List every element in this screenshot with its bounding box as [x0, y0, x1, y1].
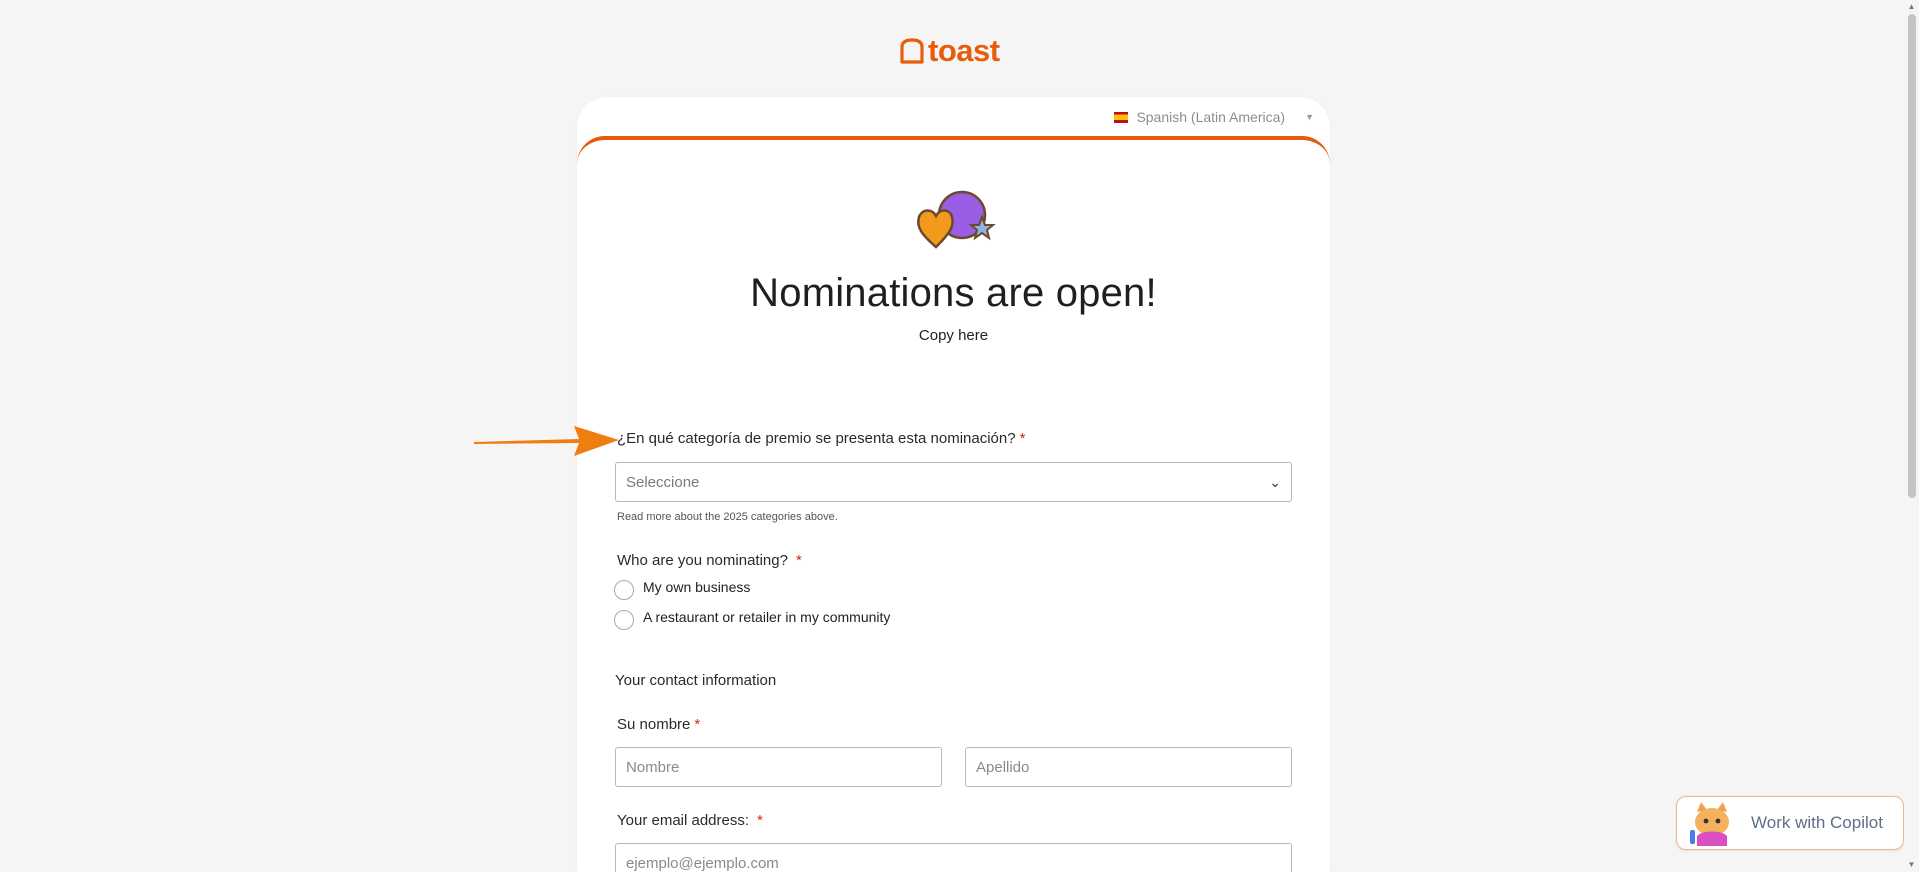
- category-select-value: Seleccione: [626, 473, 700, 491]
- language-selected-label: Spanish (Latin America): [1136, 109, 1286, 125]
- email-placeholder: ejemplo@ejemplo.com: [626, 854, 779, 872]
- header-accent-arc: [577, 136, 1330, 176]
- chevron-down-icon: ⌄: [1269, 473, 1281, 490]
- first-name-placeholder: Nombre: [626, 758, 680, 776]
- category-question-text: ¿En qué categoría de premio se presenta …: [617, 430, 1016, 447]
- nominee-question-text: Who are you nominating?: [617, 552, 788, 569]
- scroll-up-arrow-icon[interactable]: ▲: [1907, 3, 1916, 11]
- page-subtitle: Copy here: [918, 327, 989, 344]
- radio-label: A restaurant or retailer in my community: [643, 609, 891, 625]
- nominee-question-label: Who are you nominating? *: [617, 552, 802, 569]
- category-select[interactable]: Seleccione ⌄: [615, 462, 1292, 502]
- heart-circle-star-icon: [917, 190, 996, 249]
- email-label-text: Your email address:: [617, 812, 750, 829]
- last-name-input[interactable]: Apellido: [965, 747, 1292, 787]
- required-marker: *: [694, 716, 701, 733]
- toast-logo[interactable]: toast: [898, 34, 1000, 68]
- radio-community-business[interactable]: A restaurant or retailer in my community: [614, 607, 891, 630]
- page-title: Nominations are open!: [750, 271, 1157, 315]
- required-marker: *: [1019, 430, 1026, 447]
- radio-label: My own business: [643, 579, 751, 595]
- radio-own-business[interactable]: My own business: [614, 577, 751, 600]
- scroll-down-arrow-icon[interactable]: ▼: [1907, 861, 1916, 869]
- scrollbar-thumb[interactable]: [1908, 14, 1916, 498]
- category-hint: Read more about the 2025 categories abov…: [617, 511, 838, 523]
- copilot-cat-icon: [1690, 802, 1729, 846]
- spain-flag-icon: [1114, 111, 1129, 123]
- toast-bread-icon: [900, 38, 924, 64]
- language-selector[interactable]: Spanish (Latin America) ▼: [1114, 109, 1314, 125]
- caret-down-icon: ▼: [1305, 112, 1314, 122]
- work-with-copilot-button[interactable]: Work with Copilot: [1676, 796, 1904, 850]
- radio-circle[interactable]: [614, 610, 634, 630]
- email-input[interactable]: ejemplo@ejemplo.com: [615, 843, 1292, 872]
- category-question-label: ¿En qué categoría de premio se presenta …: [617, 430, 1025, 447]
- name-label-text: Su nombre: [617, 716, 691, 733]
- page-scrollbar[interactable]: ▲ ▼: [1904, 0, 1919, 872]
- first-name-input[interactable]: Nombre: [615, 747, 942, 787]
- last-name-placeholder: Apellido: [976, 758, 1030, 776]
- nomination-form-card: Spanish (Latin America) ▼ Nominations ar…: [577, 97, 1330, 872]
- copilot-label: Work with Copilot: [1751, 813, 1883, 832]
- required-marker: *: [757, 812, 763, 829]
- pointer-arrow-icon: [474, 426, 619, 456]
- required-marker: *: [795, 552, 802, 569]
- name-label: Su nombre *: [617, 716, 700, 733]
- contact-section-title: Your contact information: [615, 672, 777, 689]
- logo-wordmark: toast: [928, 33, 1000, 68]
- radio-circle[interactable]: [614, 580, 634, 600]
- email-label: Your email address: *: [617, 812, 763, 829]
